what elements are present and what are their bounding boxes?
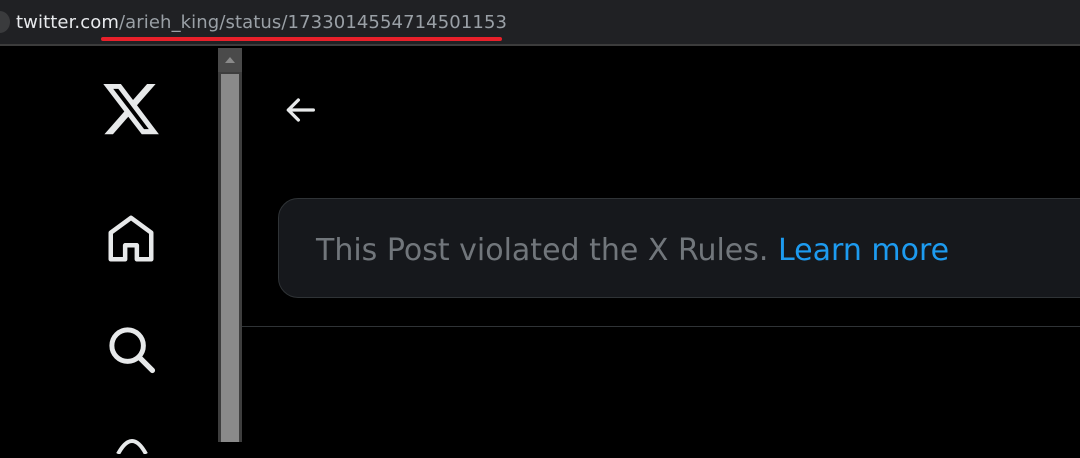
search-icon[interactable] [104,322,158,380]
home-icon[interactable] [104,212,158,270]
learn-more-link[interactable]: Learn more [778,233,949,268]
back-arrow-icon [286,98,315,122]
url-path: /arieh_king/status/1733014554714501153 [118,12,508,33]
left-navigation [0,48,218,455]
red-underline-annotation [101,37,502,41]
notice-message: This Post violated the X Rules. [316,233,769,268]
url-text[interactable]: twitter.com/arieh_king/status/1733014554… [16,10,507,36]
notice-text: This Post violated the X Rules. Learn mo… [316,231,949,271]
main-column: This Post violated the X Rules. Learn mo… [242,48,1080,442]
notifications-icon-partial[interactable] [110,434,154,458]
url-host: twitter.com [16,12,119,33]
section-divider [242,326,1080,327]
scroll-thumb[interactable] [221,74,239,442]
left-nav-scrollbar[interactable] [218,48,242,442]
site-info-icon[interactable] [0,11,10,33]
browser-address-bar[interactable]: twitter.com/arieh_king/status/1733014554… [0,0,1080,46]
back-button[interactable] [280,90,320,130]
x-logo-icon[interactable] [100,84,162,146]
post-violation-notice: This Post violated the X Rules. Learn mo… [278,198,1080,298]
scroll-up-button[interactable] [218,48,242,72]
